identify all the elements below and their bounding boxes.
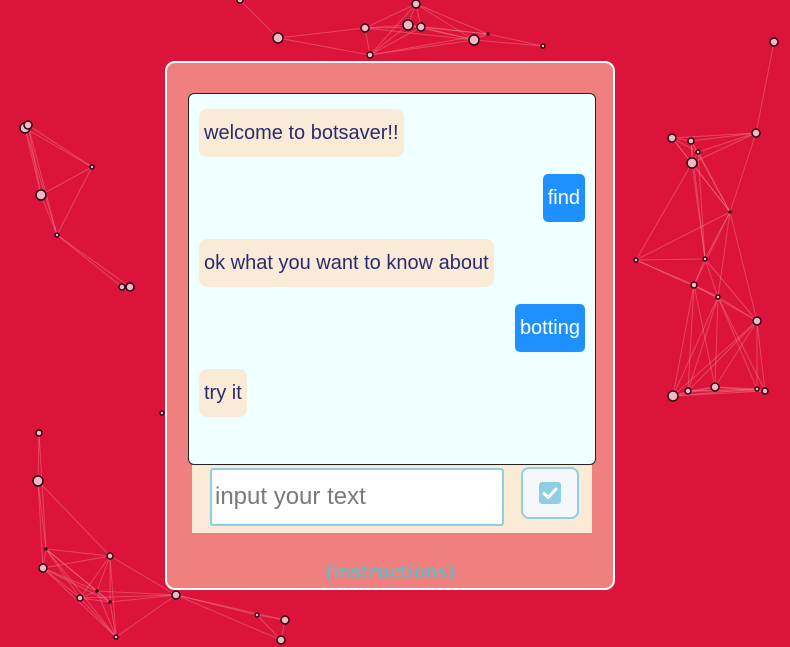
network-node [171,590,181,600]
network-node [769,37,779,47]
network-node [754,386,760,392]
network-node [106,552,114,560]
user-message: botting [514,304,585,352]
network-node [95,589,99,593]
network-node [118,283,126,291]
bot-message: ok what you want to know about [199,239,494,287]
network-node [366,51,374,59]
network-node [710,382,720,392]
network-node [416,22,426,32]
network-node [540,43,546,49]
network-node [684,387,692,395]
bot-message: try it [199,369,247,417]
network-node [728,210,732,214]
network-node [23,120,33,130]
checkbox-check-icon [539,482,561,504]
network-node [44,547,48,551]
network-node [761,387,769,395]
chatbot-panel: welcome to botsaver!! find ok what you w… [165,61,615,590]
network-node [686,157,698,169]
network-node [113,634,119,640]
network-node [276,635,286,645]
network-node [108,600,112,604]
network-node [38,563,48,573]
network-node [690,281,698,289]
bot-message: welcome to botsaver!! [199,109,404,157]
network-node [667,390,679,402]
network-node [125,282,135,292]
network-node [159,410,165,416]
network-node [695,149,701,155]
network-node [35,189,47,201]
composer-row [192,465,592,533]
network-node [667,133,677,143]
network-node [360,23,370,33]
network-node [751,128,761,138]
instructions-link[interactable]: (instructions) [167,561,613,583]
network-node [254,612,260,618]
network-node [236,0,244,4]
network-node [468,34,480,46]
network-node [486,32,490,36]
network-node [715,294,721,300]
network-node [89,164,95,170]
user-message: find [542,174,585,222]
network-node [272,32,284,44]
network-node [411,0,421,9]
network-node [35,429,43,437]
network-node [687,137,695,145]
network-node [402,19,414,31]
send-button[interactable] [521,467,579,519]
network-node [633,257,639,263]
network-node [752,316,762,326]
network-node [54,232,60,238]
network-node [76,594,84,602]
message-input[interactable] [210,468,504,526]
network-node [32,475,44,487]
chat-window: welcome to botsaver!! find ok what you w… [188,93,596,465]
network-node [280,615,290,625]
network-node [702,256,708,262]
